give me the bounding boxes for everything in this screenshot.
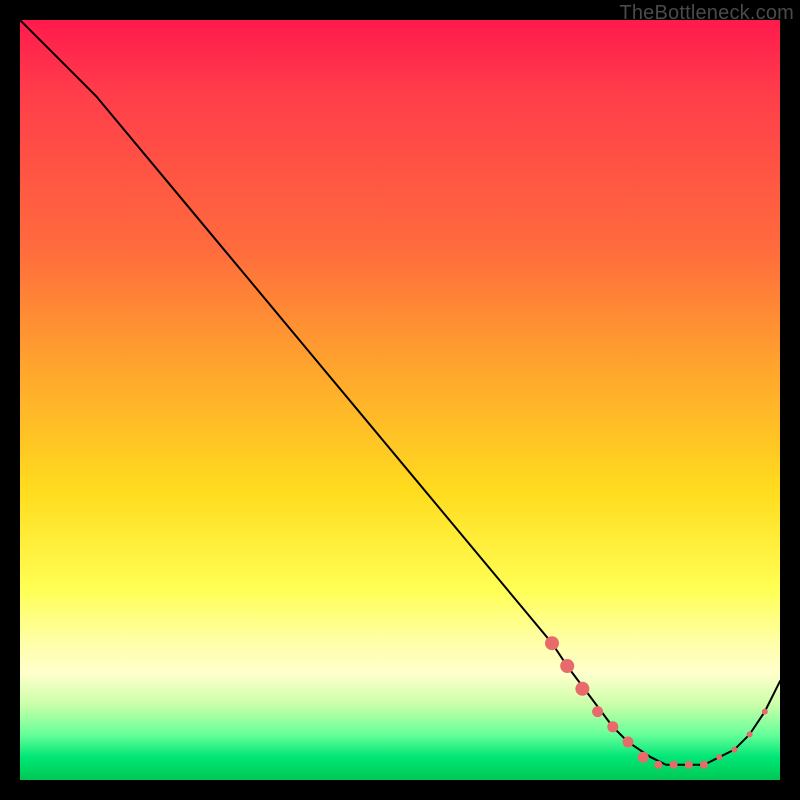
curve-marker	[592, 706, 603, 717]
curve-marker	[638, 752, 649, 763]
bottleneck-curve	[20, 20, 780, 765]
curve-markers	[545, 636, 768, 769]
chart-overlay-svg	[20, 20, 780, 780]
curve-marker	[685, 761, 693, 769]
curve-marker	[762, 709, 768, 715]
curve-marker	[654, 761, 662, 769]
curve-marker	[731, 747, 737, 753]
curve-marker	[700, 761, 708, 769]
plot-area	[20, 20, 780, 780]
curve-marker	[545, 636, 559, 650]
curve-marker	[670, 761, 678, 769]
curve-marker	[607, 721, 618, 732]
curve-marker	[716, 754, 722, 760]
curve-marker	[575, 682, 589, 696]
curve-marker	[623, 737, 634, 748]
curve-marker	[560, 659, 574, 673]
chart-stage: TheBottleneck.com	[0, 0, 800, 800]
curve-marker	[747, 731, 753, 737]
